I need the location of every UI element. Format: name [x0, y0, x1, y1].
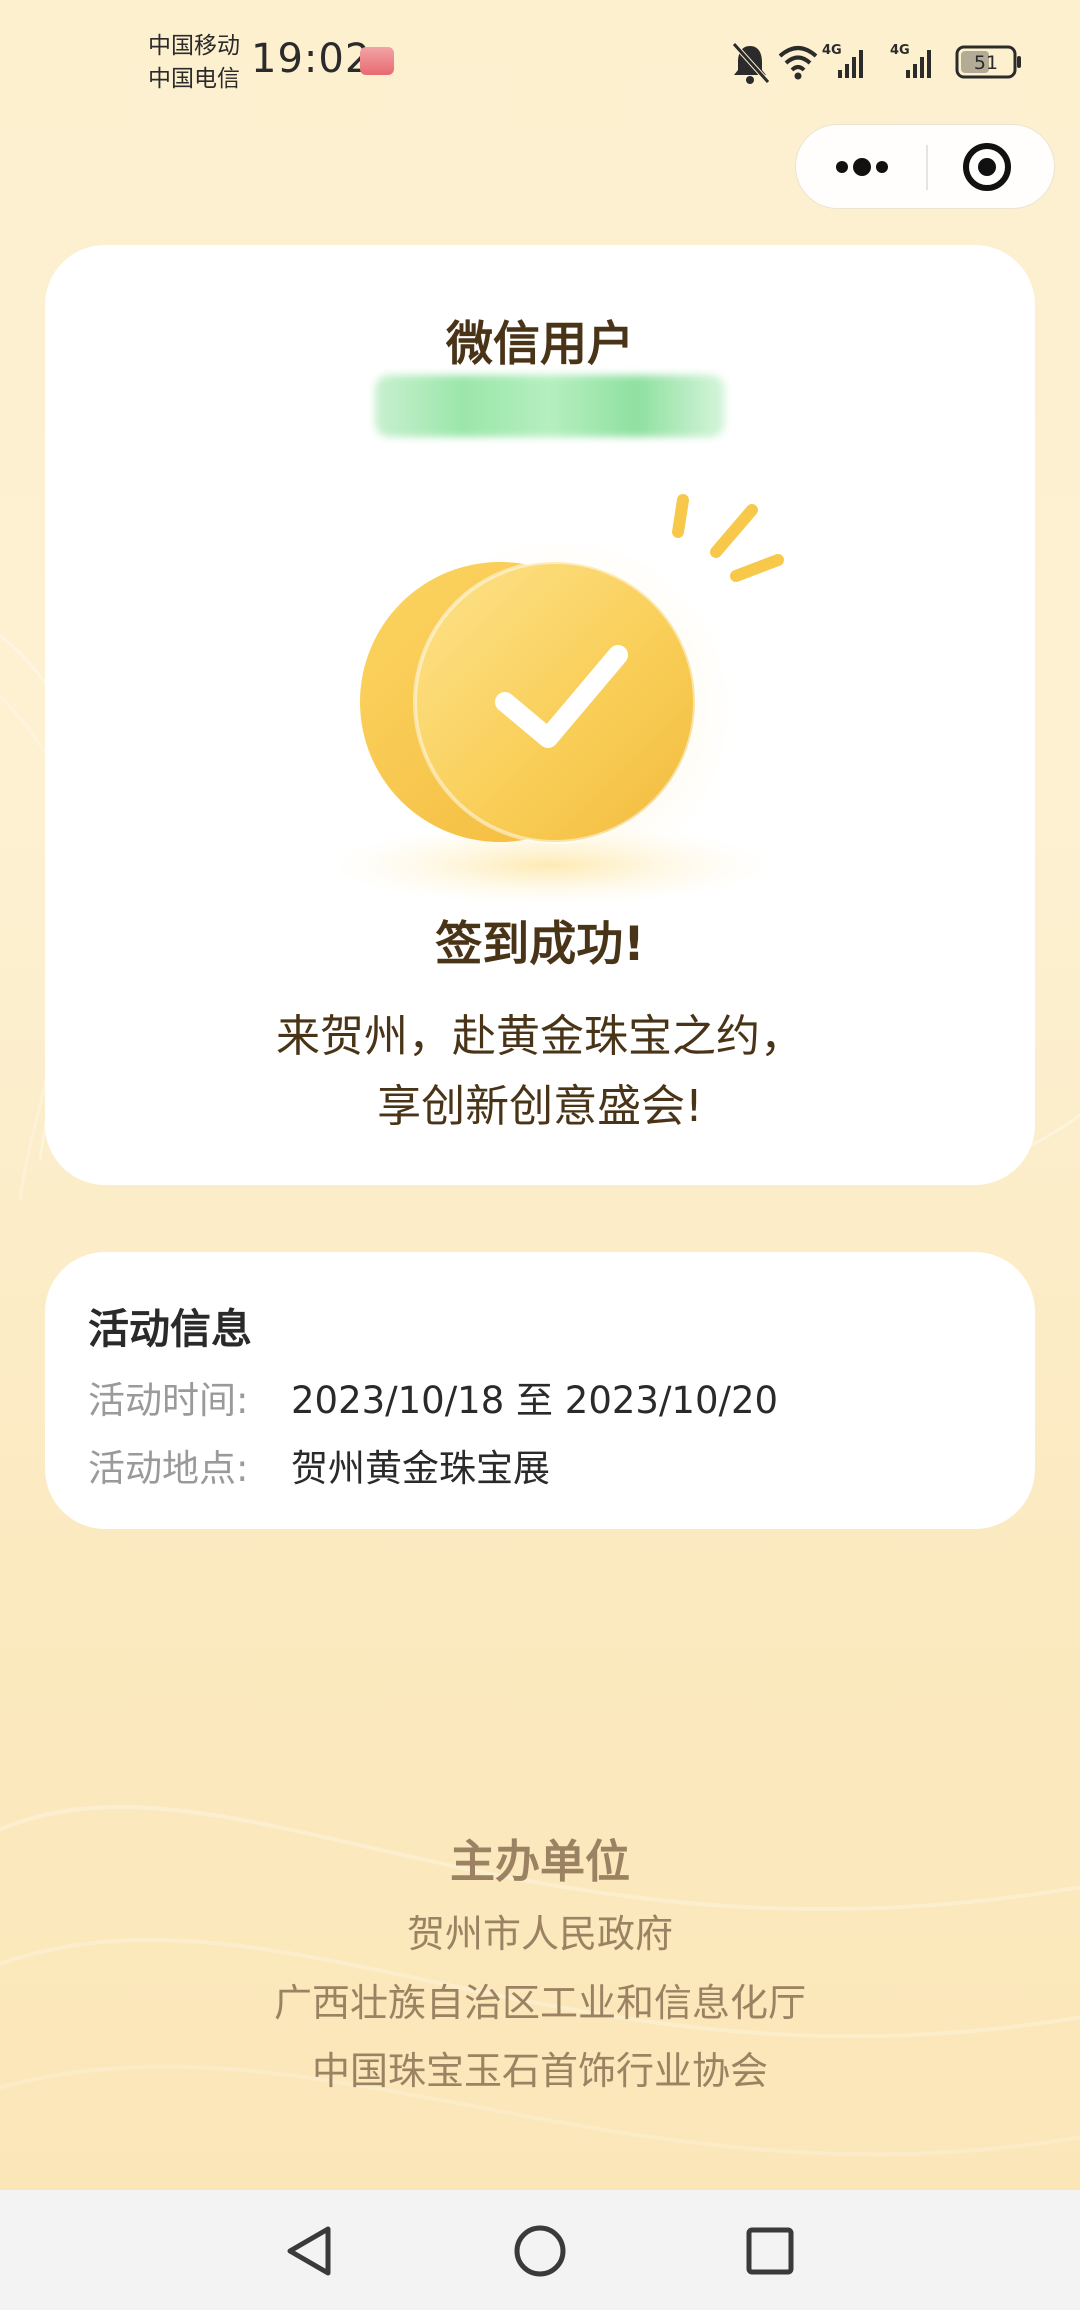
activity-time-value: 2023/10/18 至 2023/10/20 — [291, 1379, 779, 1422]
network-1-label: 4G — [822, 43, 842, 58]
miniprogram-capsule — [795, 124, 1055, 209]
wifi-icon — [778, 46, 818, 80]
network-2-label: 4G — [890, 43, 910, 58]
checkin-success-title: 签到成功! — [435, 917, 645, 972]
nav-recent-button[interactable] — [730, 2215, 810, 2287]
battery-level: 51 — [974, 52, 998, 74]
user-id-redacted — [375, 375, 725, 437]
activity-place-value: 贺州黄金珠宝展 — [291, 1447, 550, 1490]
target-close-icon — [963, 143, 1011, 191]
success-coin-icon — [330, 494, 784, 905]
nav-back-button[interactable] — [270, 2215, 350, 2287]
battery-icon: 51 — [955, 45, 1021, 79]
recent-square-icon — [746, 2227, 794, 2275]
status-time: 19:02 — [251, 36, 372, 82]
carrier-1: 中国移动 — [148, 33, 240, 59]
checkin-card: 微信用户 签到成功! 来贺州，赴黄金珠宝之约， 享创新创意盛会! — [45, 245, 1035, 1185]
system-nav-bar — [0, 2190, 1080, 2310]
close-miniprogram-button[interactable] — [930, 125, 1056, 210]
activity-place-label: 活动地点: — [88, 1447, 249, 1490]
activity-place-row: 活动地点: 贺州黄金珠宝展 — [88, 1438, 550, 1492]
nav-home-button[interactable] — [500, 2215, 580, 2287]
activity-info-card: 活动信息 活动时间: 2023/10/18 至 2023/10/20 活动地点: 贺… — [45, 1252, 1035, 1529]
bell-muted-icon — [732, 42, 770, 84]
signal-2-icon: 4G — [890, 43, 931, 78]
organizer-item: 广西壮族自治区工业和信息化厅 — [273, 1981, 806, 2025]
home-circle-icon — [514, 2225, 566, 2277]
more-button[interactable] — [796, 125, 924, 210]
activity-time-label: 活动时间: — [88, 1379, 249, 1422]
organizer-item: 中国珠宝玉石首饰行业协会 — [311, 2049, 768, 2093]
status-icons: 4G 4G 51 — [732, 42, 1021, 84]
carrier-names: 中国移动 中国电信 — [148, 30, 240, 96]
activity-time-row: 活动时间: 2023/10/18 至 2023/10/20 — [88, 1370, 778, 1424]
carrier-2: 中国电信 — [148, 66, 240, 92]
back-triangle-icon — [287, 2226, 331, 2276]
user-name: 微信用户 — [446, 317, 634, 372]
status-bar: 中国移动 中国电信 19:02 4G 4G 51 — [0, 0, 1080, 124]
activity-info-title: 活动信息 — [88, 1305, 252, 1353]
notification-app-icon — [360, 47, 394, 75]
checkin-message-line-1: 来贺州，赴黄金珠宝之约， — [276, 1011, 804, 1062]
more-dots-icon — [836, 158, 888, 176]
organizer-item: 贺州市人民政府 — [406, 1912, 673, 1956]
organizers-title: 主办单位 — [449, 1835, 630, 1888]
signal-1-icon: 4G — [822, 43, 863, 78]
capsule-divider — [926, 145, 928, 190]
checkin-message-line-2: 享创新创意盛会! — [377, 1081, 703, 1132]
